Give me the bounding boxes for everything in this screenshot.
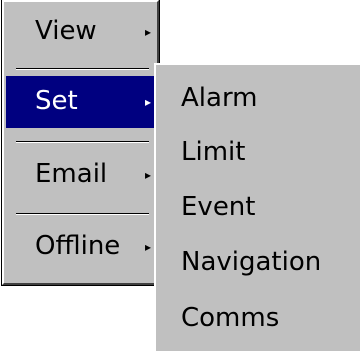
submenu-item-alarm[interactable]: Alarm [156, 73, 360, 127]
set-submenu: Alarm Limit Event Navigation Comms [154, 63, 360, 351]
menu-item-view[interactable]: View ▸ [6, 6, 155, 58]
submenu-item-label: Alarm [181, 83, 258, 113]
menu-item-label: Email [35, 159, 108, 189]
submenu-item-label: Event [181, 192, 256, 222]
menu-item-email[interactable]: Email ▸ [6, 149, 155, 201]
submenu-item-event[interactable]: Event [156, 182, 360, 236]
submenu-arrow-icon: ▸ [144, 168, 151, 182]
submenu-item-comms[interactable]: Comms [156, 293, 360, 347]
submenu-arrow-icon: ▸ [144, 95, 151, 109]
menu-item-label: Offline [35, 231, 121, 261]
menu-separator [16, 68, 149, 70]
menu-item-label: Set [35, 86, 78, 116]
submenu-item-label: Limit [181, 137, 246, 167]
submenu-item-label: Comms [181, 303, 280, 333]
menu-stage: View ▸ Set ▸ Email ▸ Offline ▸ Alarm Lim… [0, 0, 360, 351]
menu-item-offline[interactable]: Offline ▸ [6, 221, 155, 273]
menu-separator [16, 141, 149, 143]
menu-item-label: View [35, 16, 97, 46]
submenu-item-label: Navigation [181, 247, 322, 277]
menu-item-set[interactable]: Set ▸ [6, 76, 155, 128]
submenu-arrow-icon: ▸ [144, 240, 151, 254]
context-menu: View ▸ Set ▸ Email ▸ Offline ▸ [1, 0, 160, 286]
submenu-item-navigation[interactable]: Navigation [156, 237, 360, 291]
submenu-arrow-icon: ▸ [144, 25, 151, 39]
menu-separator [16, 213, 149, 215]
submenu-item-limit[interactable]: Limit [156, 127, 360, 181]
